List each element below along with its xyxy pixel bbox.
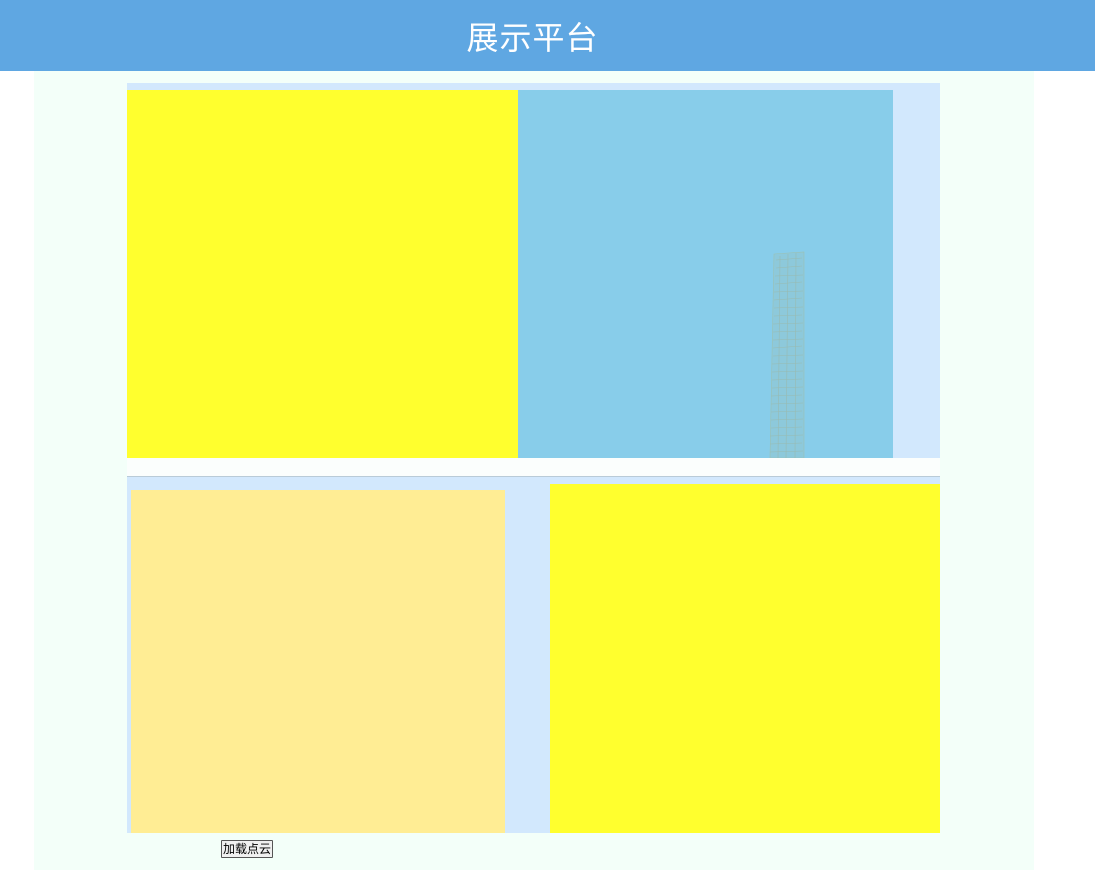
viewport-bottom-left[interactable] — [131, 490, 505, 833]
load-point-cloud-button[interactable]: 加载点云 — [221, 840, 274, 858]
viewport-bottom-right[interactable] — [550, 484, 940, 833]
panel-divider — [127, 458, 940, 477]
point-cloud-render — [769, 251, 805, 458]
app-header: 展示平台 — [0, 0, 1095, 71]
viewport-top-left[interactable] — [127, 90, 518, 458]
page-title: 展示平台 — [466, 18, 599, 57]
viewport-top-right[interactable] — [518, 90, 893, 458]
